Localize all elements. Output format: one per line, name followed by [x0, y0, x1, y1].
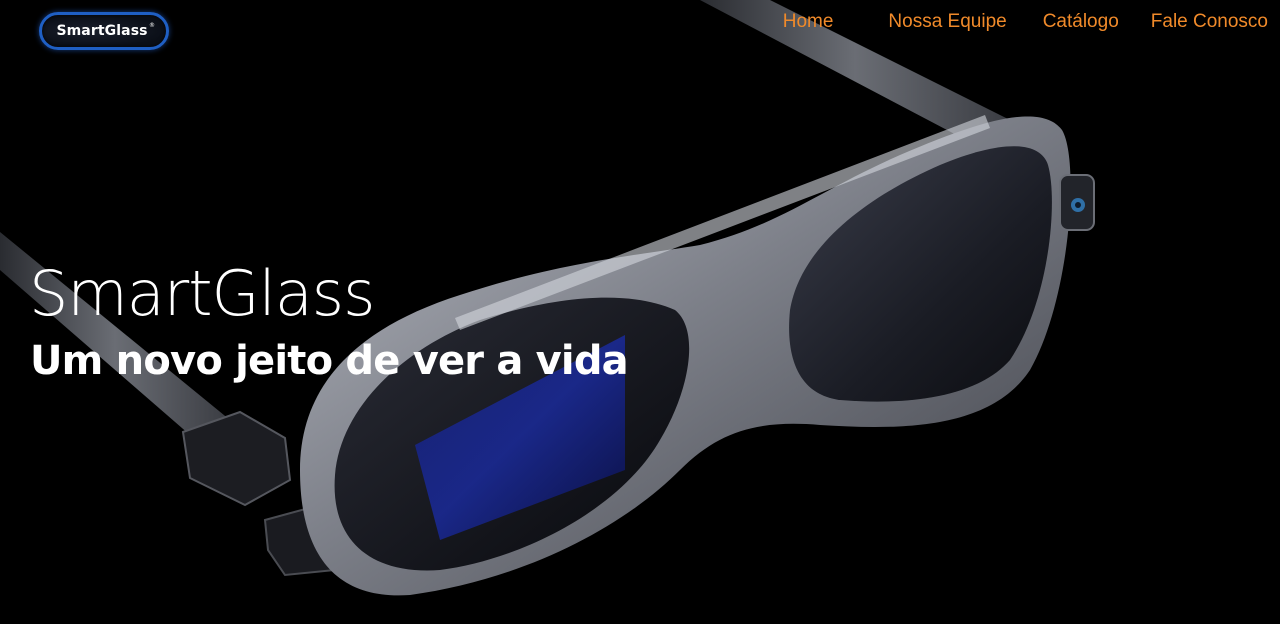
registered-mark: ® — [149, 22, 155, 29]
nav-link-home[interactable]: Home — [783, 10, 834, 34]
logo[interactable]: SmartGlass ® — [39, 12, 169, 50]
hero-subtitle: Um novo jeito de ver a vida — [30, 338, 629, 384]
nav-link-nossa-equipe[interactable]: Nossa Equipe — [888, 10, 1006, 34]
nav-link-catalogo[interactable]: Catálogo — [1043, 10, 1119, 34]
nav-link-fale-conosco[interactable]: Fale Conosco — [1151, 10, 1268, 34]
hero-title: SmartGlass — [29, 257, 375, 330]
logo-text: SmartGlass — [56, 23, 148, 39]
page: SmartGlass ® Home Nossa Equipe Catálogo … — [0, 0, 1280, 624]
main-nav: Home Nossa Equipe Catálogo Fale Conosco — [783, 10, 1268, 34]
